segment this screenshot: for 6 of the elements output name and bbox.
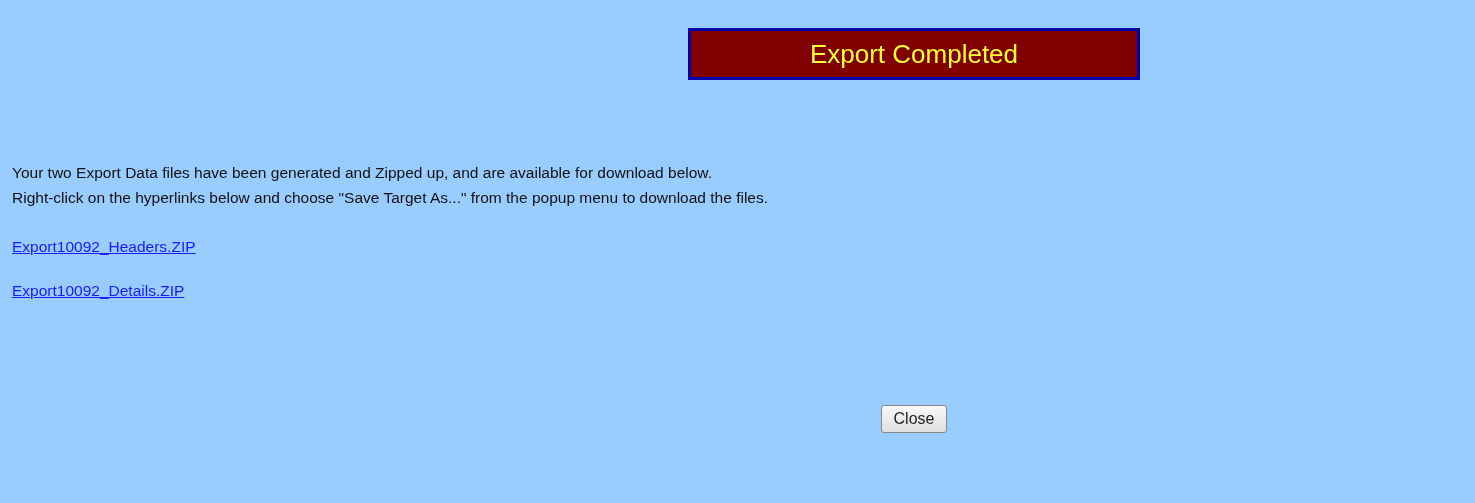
download-link[interactable]: Export10092_Headers.ZIP [12, 238, 196, 256]
download-link[interactable]: Export10092_Details.ZIP [12, 282, 185, 300]
page-title: Export Completed [688, 28, 1140, 80]
close-button[interactable]: Close [880, 405, 948, 433]
instruction-text: Your two Export Data files have been generated and Zipped up, and are available for download below. [12, 163, 713, 183]
instruction-text: Right-click on the hyperlinks below and choose "Save Target As..." from the popup menu to download the files. [12, 188, 769, 208]
